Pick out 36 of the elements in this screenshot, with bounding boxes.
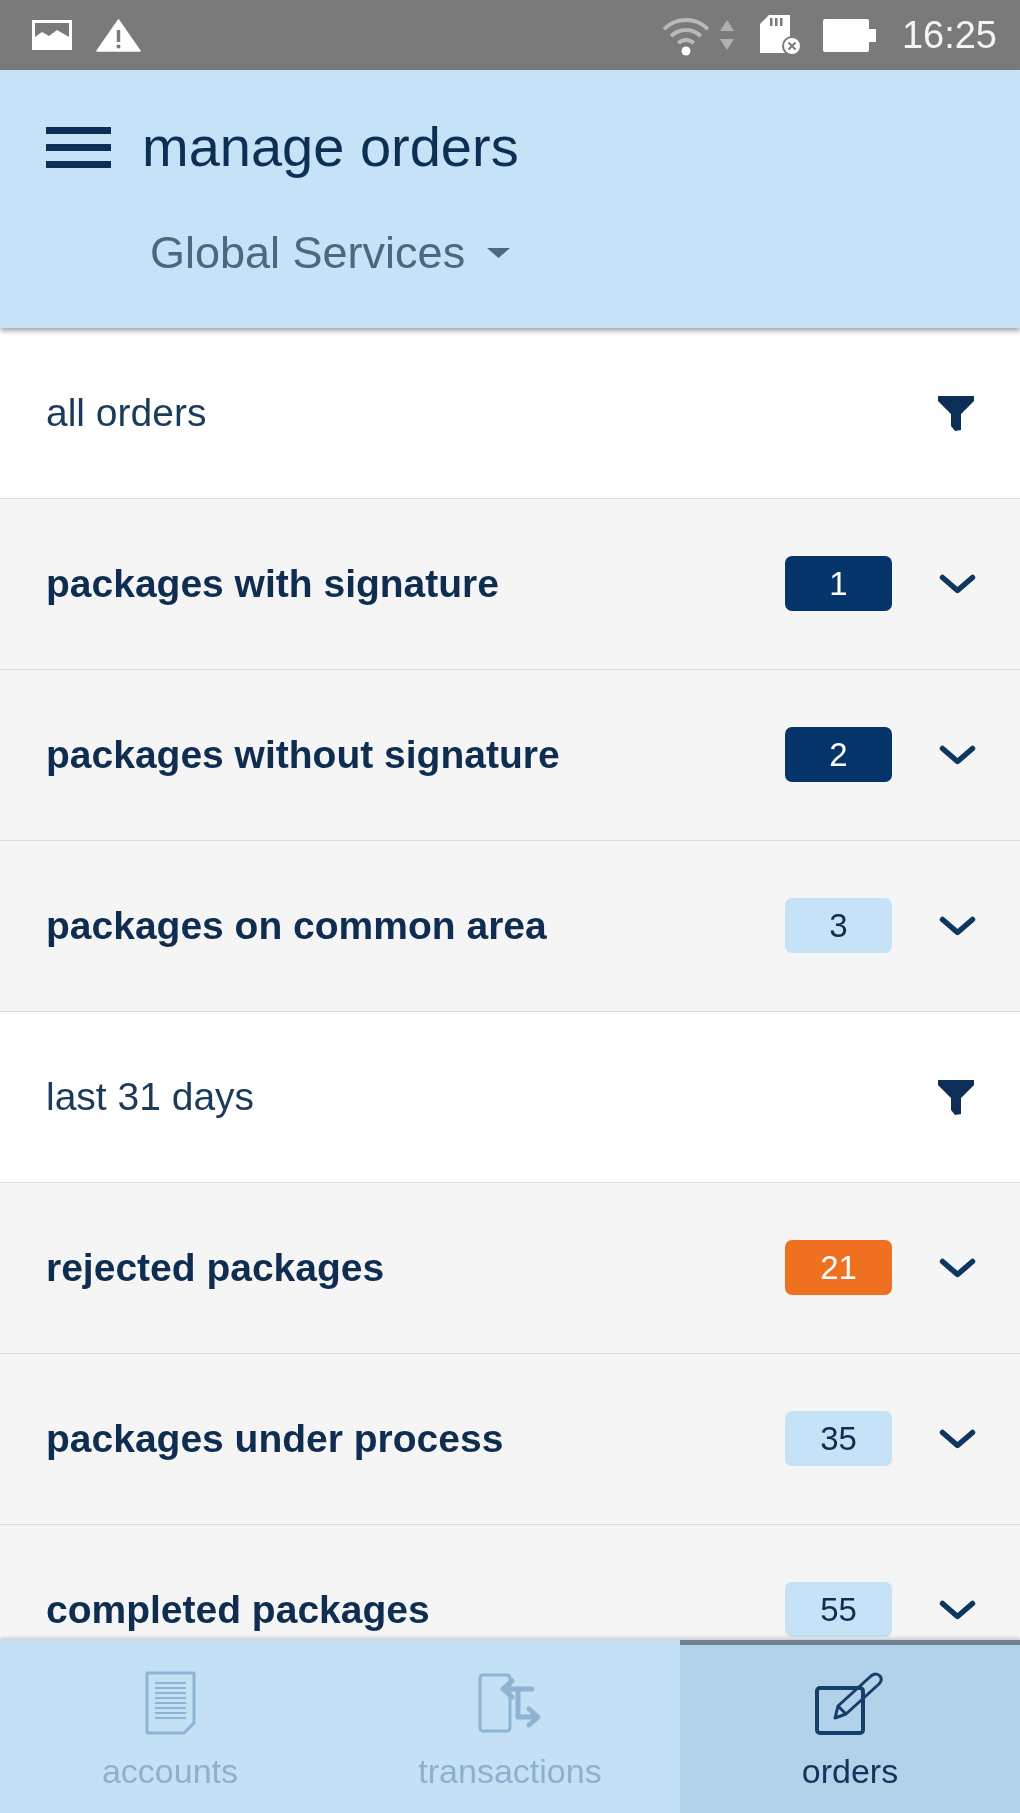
category-label: packages under process <box>46 1416 505 1462</box>
chevron-down-icon[interactable] <box>939 1600 976 1620</box>
category-label: packages with signature <box>46 561 500 607</box>
section-title: all orders <box>46 391 208 435</box>
status-time: 16:25 <box>901 13 997 57</box>
exchange-icon <box>478 1671 542 1735</box>
sd-card-icon <box>758 14 802 56</box>
account-dropdown[interactable]: Global Services <box>150 227 511 279</box>
filter-icon[interactable] <box>937 1078 975 1116</box>
chevron-down-icon[interactable] <box>939 1258 976 1278</box>
count-badge: 21 <box>785 1240 892 1295</box>
count-badge: 1 <box>785 556 892 611</box>
section-title: last 31 days <box>46 1075 256 1119</box>
count-badge: 35 <box>785 1411 892 1466</box>
category-label: packages without signature <box>46 732 561 778</box>
document-icon <box>144 1671 196 1735</box>
chevron-down-icon[interactable] <box>939 1429 976 1449</box>
chevron-down-icon[interactable] <box>939 745 976 765</box>
filter-icon[interactable] <box>937 394 975 432</box>
nav-tab[interactable]: orders <box>680 1640 1020 1813</box>
screen-title: manage orders <box>142 117 519 177</box>
category-label: completed packages <box>46 1587 431 1633</box>
count-badge: 3 <box>785 898 892 953</box>
edit-icon <box>815 1671 885 1735</box>
data-arrows-icon <box>718 19 735 51</box>
caret-icon <box>487 248 511 258</box>
battery-icon <box>822 18 876 52</box>
menu-icon[interactable] <box>46 126 111 168</box>
chevron-down-icon[interactable] <box>939 574 976 594</box>
count-badge: 55 <box>785 1582 892 1637</box>
count-badge: 2 <box>785 727 892 782</box>
chevron-down-icon[interactable] <box>939 916 976 936</box>
category-label: packages on common area <box>46 903 548 949</box>
category-label: rejected packages <box>46 1245 386 1291</box>
warning-icon <box>96 18 141 52</box>
image-icon <box>32 20 72 50</box>
